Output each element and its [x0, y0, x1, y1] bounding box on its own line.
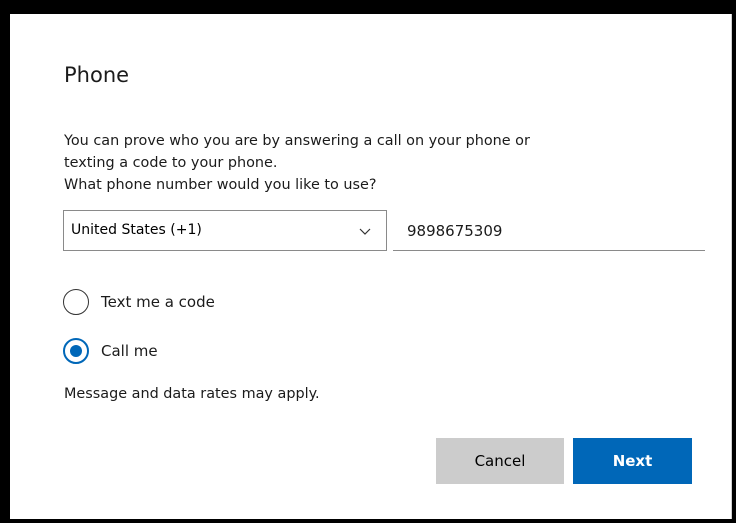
dialog-description: You can prove who you are by answering a…	[64, 130, 684, 196]
dialog-title: Phone	[64, 63, 130, 87]
option-label-call: Call me	[101, 342, 158, 360]
phone-number-input[interactable]	[393, 211, 705, 251]
chevron-down-icon	[359, 228, 371, 235]
country-code-value: United States (+1)	[71, 222, 202, 238]
phone-verification-dialog: Phone You can prove who you are by answe…	[10, 14, 732, 519]
option-call-me[interactable]: Call me	[63, 338, 158, 364]
option-label-text: Text me a code	[101, 293, 215, 311]
description-line-2: texting a code to your phone.	[64, 155, 278, 171]
rates-notice: Message and data rates may apply.	[64, 386, 320, 402]
country-code-select[interactable]: United States (+1)	[63, 210, 387, 251]
option-text-me-a-code[interactable]: Text me a code	[63, 289, 215, 315]
phone-question: What phone number would you like to use?	[64, 177, 377, 193]
description-line-1: You can prove who you are by answering a…	[64, 133, 530, 149]
next-button[interactable]: Next	[573, 438, 692, 484]
cancel-button[interactable]: Cancel	[436, 438, 564, 484]
radio-selected-dot	[70, 345, 82, 357]
radio-text-me-a-code[interactable]	[63, 289, 89, 315]
radio-call-me[interactable]	[63, 338, 89, 364]
